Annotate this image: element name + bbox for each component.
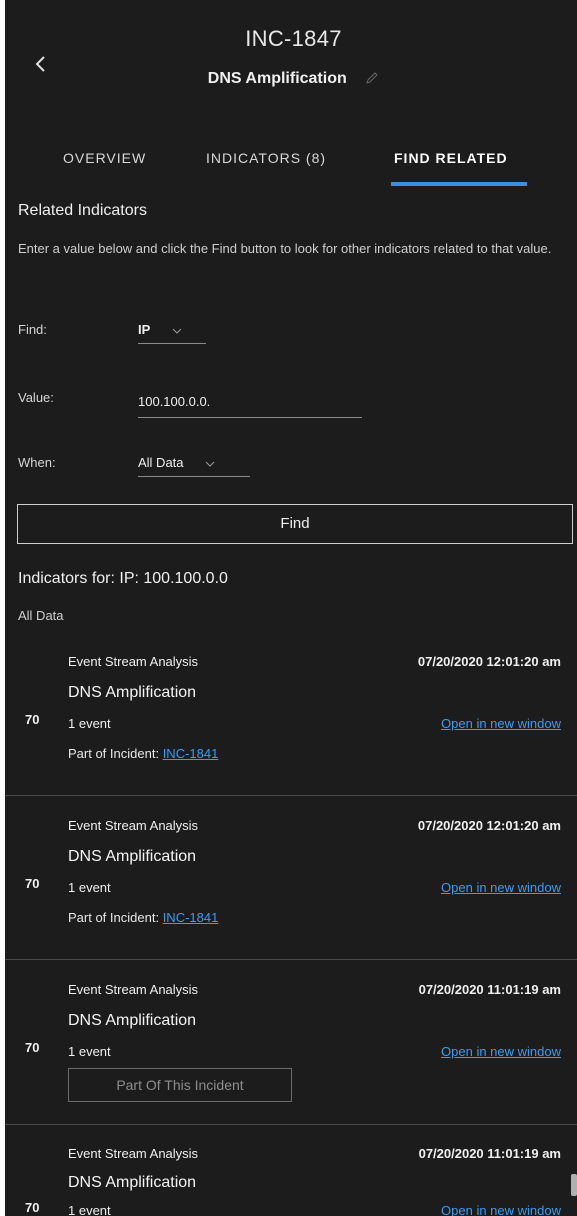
incident-title-row: DNS Amplification bbox=[5, 70, 577, 88]
find-type-value: IP bbox=[138, 322, 151, 337]
indicator-timestamp: 07/20/2020 11:01:19 am bbox=[418, 1146, 561, 1161]
indicator-score: 70 bbox=[25, 1040, 40, 1055]
indicator-card: Event Stream Analysis 07/20/2020 12:01:2… bbox=[5, 648, 577, 788]
part-of-incident: Part of Incident: INC-1841 bbox=[68, 746, 218, 761]
pencil-icon[interactable] bbox=[365, 71, 379, 85]
open-in-new-window-link[interactable]: Open in new window bbox=[441, 716, 561, 731]
incident-panel: INC-1847 DNS Amplification OVERVIEW INDI… bbox=[5, 0, 577, 1216]
indicator-card: Event Stream Analysis 07/20/2020 11:01:1… bbox=[5, 976, 577, 1116]
indicator-name: DNS Amplification bbox=[68, 848, 197, 865]
chevron-down-icon bbox=[205, 461, 215, 467]
card-divider bbox=[5, 795, 577, 796]
find-label: Find: bbox=[18, 322, 47, 337]
indicator-score: 70 bbox=[25, 876, 40, 891]
indicator-timestamp: 07/20/2020 12:01:20 am bbox=[417, 654, 561, 669]
indicator-card: Event Stream Analysis 07/20/2020 11:01:1… bbox=[5, 1140, 577, 1216]
indicator-events: 1 event bbox=[68, 716, 111, 731]
card-divider bbox=[5, 959, 577, 960]
indicator-name: DNS Amplification bbox=[68, 1174, 197, 1191]
card-divider bbox=[5, 1124, 577, 1125]
when-select[interactable]: All Data bbox=[138, 455, 250, 477]
indicator-events: 1 event bbox=[68, 1203, 111, 1216]
value-label: Value: bbox=[18, 390, 54, 405]
chevron-down-icon bbox=[172, 328, 182, 334]
find-type-select[interactable]: IP bbox=[138, 322, 206, 344]
results-range: All Data bbox=[18, 608, 64, 623]
indicator-source: Event Stream Analysis bbox=[68, 982, 199, 997]
active-tab-indicator bbox=[391, 182, 527, 186]
indicator-events: 1 event bbox=[68, 1044, 111, 1059]
indicator-timestamp: 07/20/2020 12:01:20 am bbox=[417, 818, 561, 833]
indicator-score: 70 bbox=[25, 712, 40, 727]
open-in-new-window-link[interactable]: Open in new window bbox=[441, 1203, 561, 1216]
find-button[interactable]: Find bbox=[17, 504, 573, 544]
open-in-new-window-link[interactable]: Open in new window bbox=[441, 880, 561, 895]
section-description: Enter a value below and click the Find b… bbox=[18, 241, 552, 256]
indicator-source: Event Stream Analysis bbox=[68, 818, 199, 833]
section-title: Related Indicators bbox=[18, 202, 147, 219]
indicator-events: 1 event bbox=[68, 880, 111, 895]
scrollbar[interactable] bbox=[571, 1174, 577, 1196]
tab-overview[interactable]: OVERVIEW bbox=[63, 150, 146, 166]
part-of-label: Part of Incident: bbox=[68, 910, 160, 925]
results-heading: Indicators for: IP: 100.100.0.0 bbox=[18, 570, 228, 587]
tab-find-related[interactable]: FIND RELATED bbox=[394, 150, 508, 166]
incident-link[interactable]: INC-1841 bbox=[163, 746, 219, 761]
indicator-card: Event Stream Analysis 07/20/2020 12:01:2… bbox=[5, 812, 577, 952]
when-label: When: bbox=[18, 455, 56, 470]
part-of-incident: Part of Incident: INC-1841 bbox=[68, 910, 218, 925]
indicator-timestamp: 07/20/2020 11:01:19 am bbox=[418, 982, 561, 997]
indicator-score: 70 bbox=[25, 1200, 40, 1215]
incident-title: DNS Amplification bbox=[207, 70, 347, 87]
value-input[interactable]: 100.100.0.0. bbox=[138, 392, 362, 418]
incident-link[interactable]: INC-1841 bbox=[163, 910, 219, 925]
open-in-new-window-link[interactable]: Open in new window bbox=[441, 1044, 561, 1059]
when-value: All Data bbox=[138, 455, 184, 470]
indicator-name: DNS Amplification bbox=[68, 684, 197, 701]
indicator-source: Event Stream Analysis bbox=[68, 654, 199, 669]
indicator-source: Event Stream Analysis bbox=[68, 1146, 199, 1161]
indicator-name: DNS Amplification bbox=[68, 1012, 197, 1029]
tab-indicators[interactable]: INDICATORS (8) bbox=[206, 150, 326, 166]
part-of-label: Part of Incident: bbox=[68, 746, 160, 761]
incident-id: INC-1847 bbox=[245, 26, 342, 51]
part-of-this-incident-button: Part Of This Incident bbox=[68, 1068, 292, 1102]
